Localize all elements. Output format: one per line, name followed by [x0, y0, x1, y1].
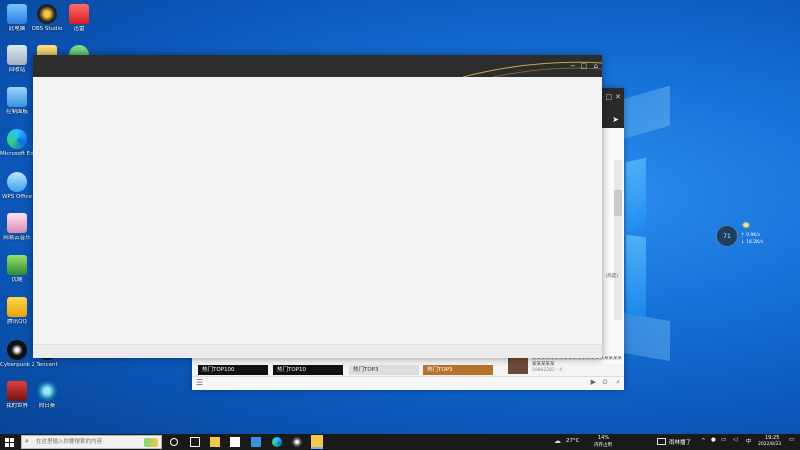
- desktop-icon-music[interactable]: 网易云音乐: [0, 213, 34, 242]
- network-icon[interactable]: ▭: [721, 437, 726, 443]
- memory-percent[interactable]: 14%: [598, 435, 609, 441]
- mail-icon[interactable]: [251, 437, 261, 447]
- desktop: 此电脑 回收站 控制面板 Microsoft Edge WPS Office 网…: [0, 0, 800, 434]
- upload-speed: ↑ 0.9K/s: [741, 233, 761, 238]
- playlist-card[interactable]: 热门TOP100: [198, 365, 268, 375]
- thunder-icon: [69, 4, 89, 24]
- notification-icon[interactable]: ▭: [789, 437, 794, 443]
- mascot-icon: [741, 221, 751, 229]
- close-icon[interactable]: ✕: [615, 93, 621, 101]
- net-speed-widget[interactable]: 71 ↑ 0.9K/s ↓ 16.2K/s: [716, 221, 768, 251]
- news-item[interactable]: 某某某某某某某某某某某某某某某某某某某某某某某某某 59862282 · 4: [532, 356, 626, 374]
- music-app-taskbar-icon[interactable]: [311, 435, 323, 449]
- search-highlight-icon: [144, 438, 158, 447]
- maximize-icon[interactable]: □: [605, 93, 612, 101]
- start-button[interactable]: [0, 434, 20, 450]
- aperture-icon: [7, 340, 27, 360]
- obs-icon[interactable]: [292, 437, 302, 447]
- titlebar-decoration: [462, 61, 602, 77]
- desktop-icon-recycle[interactable]: 回收站: [0, 45, 34, 74]
- blank-app-window[interactable]: − □ ⌂: [33, 55, 602, 358]
- sunflower-icon: [37, 381, 57, 401]
- search-input[interactable]: [36, 436, 146, 448]
- music-app-bottombar: ☰ ▶ ⊙ ⌕: [192, 376, 624, 390]
- control-panel-icon: [7, 87, 27, 107]
- game-cover-icon: [7, 381, 27, 401]
- edge-icon[interactable]: [272, 437, 282, 447]
- memory-label: 内存占用: [594, 443, 612, 448]
- download-speed: ↓ 16.2K/s: [741, 240, 764, 245]
- video-icon[interactable]: ▶: [591, 378, 596, 386]
- desktop-icon-obs-top[interactable]: OBS Studio: [30, 4, 64, 33]
- desktop-icon-this-pc[interactable]: 此电脑: [0, 4, 34, 33]
- playlist-card[interactable]: 热门TOP10: [273, 365, 343, 375]
- store-icon[interactable]: [230, 437, 240, 447]
- windows-icon: [5, 438, 14, 447]
- microphone-icon[interactable]: ●: [711, 437, 716, 443]
- desktop-icon-cyberpunk[interactable]: Cyberpunk 2077: [0, 340, 34, 369]
- task-view-icon[interactable]: [190, 437, 200, 447]
- playlist-card[interactable]: 热门TOP3: [349, 365, 419, 375]
- weather-temp[interactable]: 27°C: [566, 438, 580, 444]
- clock-time[interactable]: 19:25: [765, 435, 779, 441]
- desktop-icon-qq[interactable]: 腾讯QQ: [0, 297, 34, 326]
- cortana-icon[interactable]: [170, 438, 178, 446]
- close-icon[interactable]: ⌂: [594, 62, 598, 70]
- news-ticker[interactable]: 雨林播了: [669, 438, 691, 446]
- recycle-bin-icon: [7, 45, 27, 65]
- character-icon: [7, 213, 27, 233]
- desktop-icon-minecraft[interactable]: 我的世界: [0, 381, 34, 410]
- computer-icon: [7, 4, 27, 24]
- news-icon: [657, 438, 666, 445]
- search-icon: ⌕: [25, 437, 29, 445]
- wallpaper-logo: [626, 234, 646, 318]
- scroll-thumb[interactable]: [614, 190, 622, 216]
- cloud-icon: ☁: [554, 437, 561, 445]
- clock-date[interactable]: 2022/8/23: [758, 442, 781, 447]
- playlist-card[interactable]: 热门TOP3: [423, 365, 493, 375]
- settings-icon[interactable]: ⊙: [602, 378, 608, 386]
- blank-app-titlebar[interactable]: − □ ⌂: [33, 55, 602, 77]
- volume-icon[interactable]: ◁: [733, 437, 737, 443]
- cursor-icon: ➤: [612, 115, 619, 124]
- obs-icon: [37, 4, 57, 24]
- speed-gauge: 71: [716, 225, 738, 247]
- desktop-icon-xunlei[interactable]: 迅雷: [62, 4, 96, 33]
- file-explorer-icon[interactable]: [210, 437, 220, 447]
- scrollbar[interactable]: [614, 160, 622, 320]
- wallpaper-logo: [626, 157, 646, 233]
- game-icon: [7, 255, 27, 275]
- desktop-icon-edge[interactable]: Microsoft Edge: [0, 129, 34, 158]
- chevron-up-icon[interactable]: ^: [701, 438, 706, 444]
- desktop-icon-wps[interactable]: WPS Office: [0, 172, 34, 201]
- taskbar: ⌕ ☁ 27°C 14% 内存占用 雨林播了 ^ ● ▭ ◁ 中 19:25 2…: [0, 434, 800, 450]
- owl-icon: [7, 297, 27, 317]
- search-icon[interactable]: ⌕: [616, 378, 620, 387]
- side-text: (热度): [605, 274, 618, 279]
- cloud-icon: [7, 172, 27, 192]
- minimize-icon[interactable]: −: [570, 62, 576, 70]
- edge-icon: [7, 129, 27, 149]
- desktop-icon-sunlogin[interactable]: 向日葵: [30, 381, 64, 410]
- menu-icon[interactable]: ☰: [196, 378, 203, 387]
- maximize-icon[interactable]: □: [580, 62, 587, 70]
- ime-icon[interactable]: 中: [746, 437, 752, 445]
- desktop-icon-youku[interactable]: 优酷: [0, 255, 34, 284]
- blank-app-footer: [33, 344, 602, 358]
- taskbar-search-box[interactable]: ⌕: [21, 435, 162, 449]
- desktop-icon-control-panel[interactable]: 控制面板: [0, 87, 34, 116]
